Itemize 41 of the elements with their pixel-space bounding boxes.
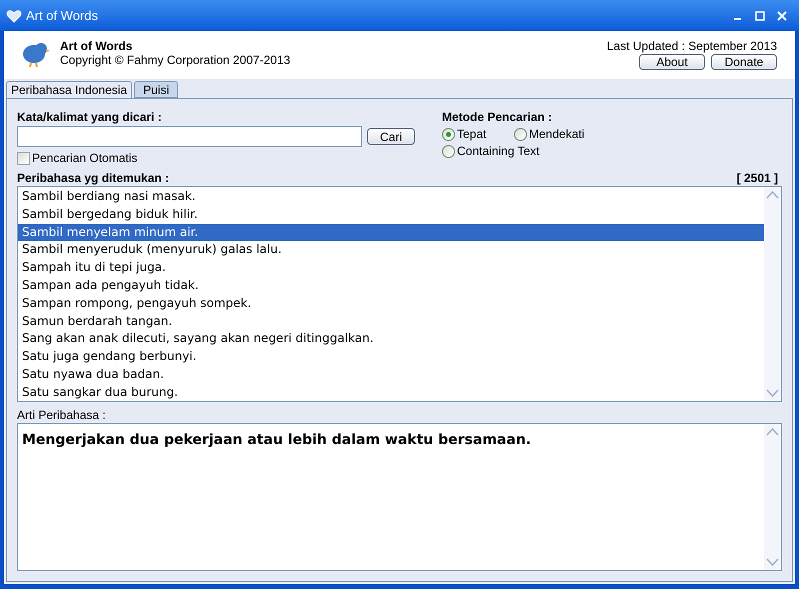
meaning-text: Mengerjakan dua pekerjaan atau lebih dalam waktu bersamaan. (21, 431, 532, 450)
radio-button[interactable] (442, 144, 455, 158)
scrollbar[interactable] (764, 187, 781, 401)
list-item[interactable]: Sambil menyelam minum air. (18, 224, 764, 242)
list-item[interactable]: Sambil bergedang biduk hilir. (18, 206, 764, 224)
search-field[interactable] (17, 126, 362, 147)
list-item[interactable]: Satu sangkar dua burung. (18, 384, 764, 402)
tab[interactable]: Puisi (134, 81, 178, 98)
list-item[interactable]: Sampan ada pengayuh tidak. (18, 276, 764, 295)
copyright-text: Copyright © Fahmy Corporation 2007-2013 (60, 53, 290, 67)
radio-label: Tepat (457, 127, 486, 141)
radio-label: Mendekati (529, 127, 584, 141)
radio-label: Containing Text (457, 144, 540, 158)
heart-icon (6, 8, 22, 24)
result-count: [ 2501 ] (736, 171, 778, 186)
list-item[interactable]: Satu nyawa dua badan. (18, 366, 764, 384)
last-updated-text: Last Updated : September 2013 (606, 39, 777, 53)
checkbox[interactable] (17, 152, 30, 164)
list-item[interactable]: Sambil berdiang nasi masak. (18, 188, 764, 206)
app-name: Art of Words (60, 39, 134, 53)
close-icon[interactable] (777, 10, 787, 20)
tab[interactable]: Peribahasa Indonesia (6, 81, 132, 98)
scrollbar[interactable] (764, 424, 781, 570)
maximize-icon[interactable] (755, 10, 765, 20)
radio-button[interactable] (442, 128, 455, 140)
header-button[interactable]: Donate (711, 54, 777, 70)
list-item[interactable]: Sampah itu di tepi juga. (18, 259, 764, 277)
list-item[interactable]: Sampan rompong, pengayuh sompek. (18, 294, 764, 313)
radio-button[interactable] (514, 128, 527, 140)
search-button[interactable]: Cari (367, 128, 415, 145)
header-button[interactable]: About (639, 54, 705, 70)
list-item[interactable]: Sambil menyeruduk (menyuruk) galas lalu. (18, 241, 764, 260)
window-title: Art of Words (26, 6, 98, 25)
meaning-label: Arti Peribahasa : (17, 408, 107, 423)
list-item[interactable]: Sang akan anak dilecuti, sayang akan negeri ditinggalkan. (18, 330, 764, 348)
results-label: Peribahasa yg ditemukan : (17, 171, 170, 186)
list-item[interactable]: Samun berdarah tangan. (18, 312, 764, 330)
auto-search-label: Pencarian Otomatis (32, 151, 138, 165)
search-method-label: Metode Pencarian : (442, 109, 554, 125)
search-label: Kata/kalimat yang dicari : (17, 109, 163, 125)
list-item[interactable]: Satu juga gendang berbunyi. (18, 348, 764, 366)
